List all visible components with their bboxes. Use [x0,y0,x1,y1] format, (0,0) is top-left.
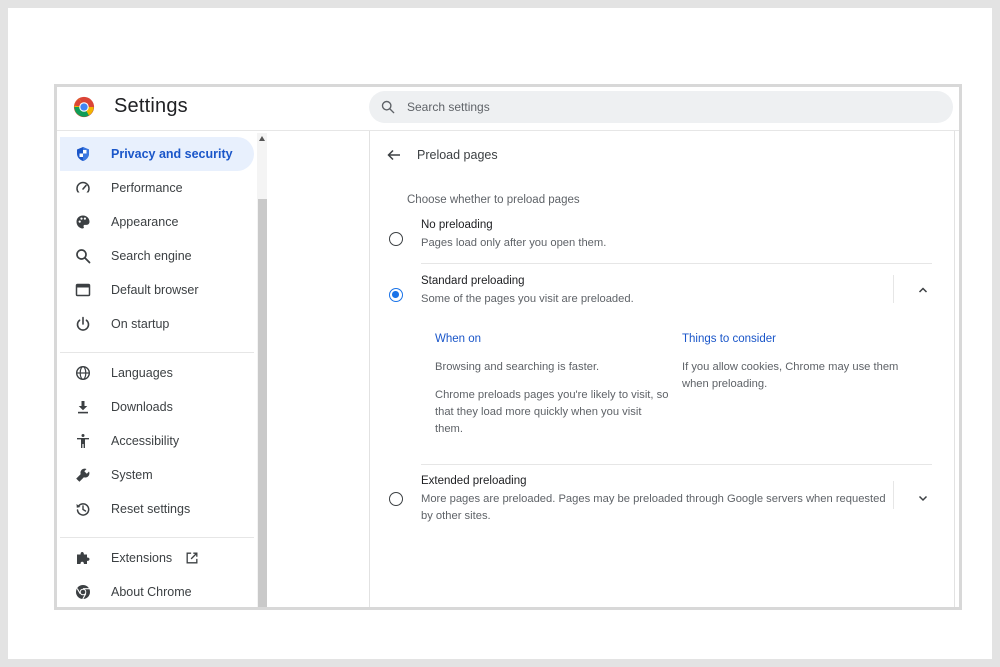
option-title: No preloading [421,219,493,231]
speedometer-icon [76,181,90,196]
sidebar-item-label: Privacy and security [111,147,233,161]
sidebar-item-label: Languages [111,366,173,380]
page-description: Choose whether to preload pages [407,194,580,206]
history-icon [76,503,90,516]
vertical-separator [893,481,894,509]
search-input[interactable] [407,91,927,123]
option-subtitle: More pages are preloaded. Pages may be p… [421,493,886,522]
sidebar-item-label: Accessibility [111,434,180,448]
sidebar-scrollbar[interactable] [257,133,267,607]
wrench-icon [76,468,90,482]
preload-pages-panel: Preload pages Choose whether to preload … [369,131,955,607]
radio-extended-preloading[interactable] [389,492,403,506]
accessibility-icon [77,434,89,448]
sidebar-item-label: Extensions [111,551,173,565]
puzzle-icon [77,552,90,564]
sidebar-item-label: About Chrome [111,585,192,599]
screenshot-frame: Settings Privacy and security [8,8,992,659]
radio-standard-preloading[interactable] [389,288,403,302]
sidebar-item-downloads[interactable]: Downloads [60,390,254,424]
sidebar-item-on-startup[interactable]: On startup [60,307,254,341]
sidebar-divider [60,352,254,353]
sidebar-item-extensions[interactable]: Extensions [60,541,254,575]
sidebar-item-label: Search engine [111,249,192,263]
row-separator [421,263,932,264]
browser-window-icon [75,283,91,297]
row-separator [421,464,932,465]
things-to-consider-text: If you allow cookies, Chrome may use the… [682,361,899,390]
shield-icon [77,147,89,161]
chevron-up-icon[interactable] [917,284,929,296]
chevron-down-icon[interactable] [917,492,929,504]
globe-icon [75,365,91,381]
search-icon [76,249,91,264]
sidebar-item-about-chrome[interactable]: About Chrome [60,575,254,607]
page-title: Preload pages [417,148,498,162]
option-title: Standard preloading [421,275,525,287]
sidebar-item-default-browser[interactable]: Default browser [60,273,254,307]
chrome-logo-icon [73,96,95,118]
chrome-icon [76,585,90,600]
sidebar-item-label: Performance [111,181,183,195]
app-title: Settings [114,95,188,117]
back-arrow-icon[interactable] [386,147,402,163]
scroll-up-arrow-icon[interactable] [259,136,265,141]
option-title: Extended preloading [421,475,527,487]
sidebar-item-languages[interactable]: Languages [60,356,254,390]
sidebar-item-label: On startup [111,317,170,331]
download-icon [78,401,88,414]
sidebar-item-system[interactable]: System [60,458,254,492]
sidebar-item-reset-settings[interactable]: Reset settings [60,492,254,526]
option-subtitle: Some of the pages you visit are preloade… [421,293,634,305]
when-on-text-1: Browsing and searching is faster. [435,361,600,373]
sidebar-divider [60,537,254,538]
header: Settings [57,87,959,131]
search-icon [381,100,395,114]
scrollbar-thumb[interactable] [258,199,267,607]
palette-icon [76,215,90,229]
sidebar-item-accessibility[interactable]: Accessibility [60,424,254,458]
when-on-heading: When on [435,333,482,345]
sidebar-item-label: Default browser [111,283,199,297]
settings-window: Settings Privacy and security [54,84,962,610]
sidebar-item-label: Downloads [111,400,173,414]
sidebar: Privacy and security Performance Appeara… [60,133,256,607]
sidebar-item-search-engine[interactable]: Search engine [60,239,254,273]
sidebar-item-label: Appearance [111,215,179,229]
sidebar-item-label: Reset settings [111,502,191,516]
option-subtitle: Pages load only after you open them. [421,237,607,249]
sidebar-item-performance[interactable]: Performance [60,171,254,205]
sidebar-item-privacy-and-security[interactable]: Privacy and security [60,137,254,171]
sidebar-item-label: System [111,468,153,482]
when-on-text-2: Chrome preloads pages you're likely to v… [435,389,669,435]
sidebar-item-appearance[interactable]: Appearance [60,205,254,239]
vertical-separator [893,275,894,303]
search-box[interactable] [369,91,953,123]
things-to-consider-heading: Things to consider [682,333,776,345]
power-icon [76,316,90,331]
external-link-icon [186,552,198,564]
radio-no-preloading[interactable] [389,232,403,246]
